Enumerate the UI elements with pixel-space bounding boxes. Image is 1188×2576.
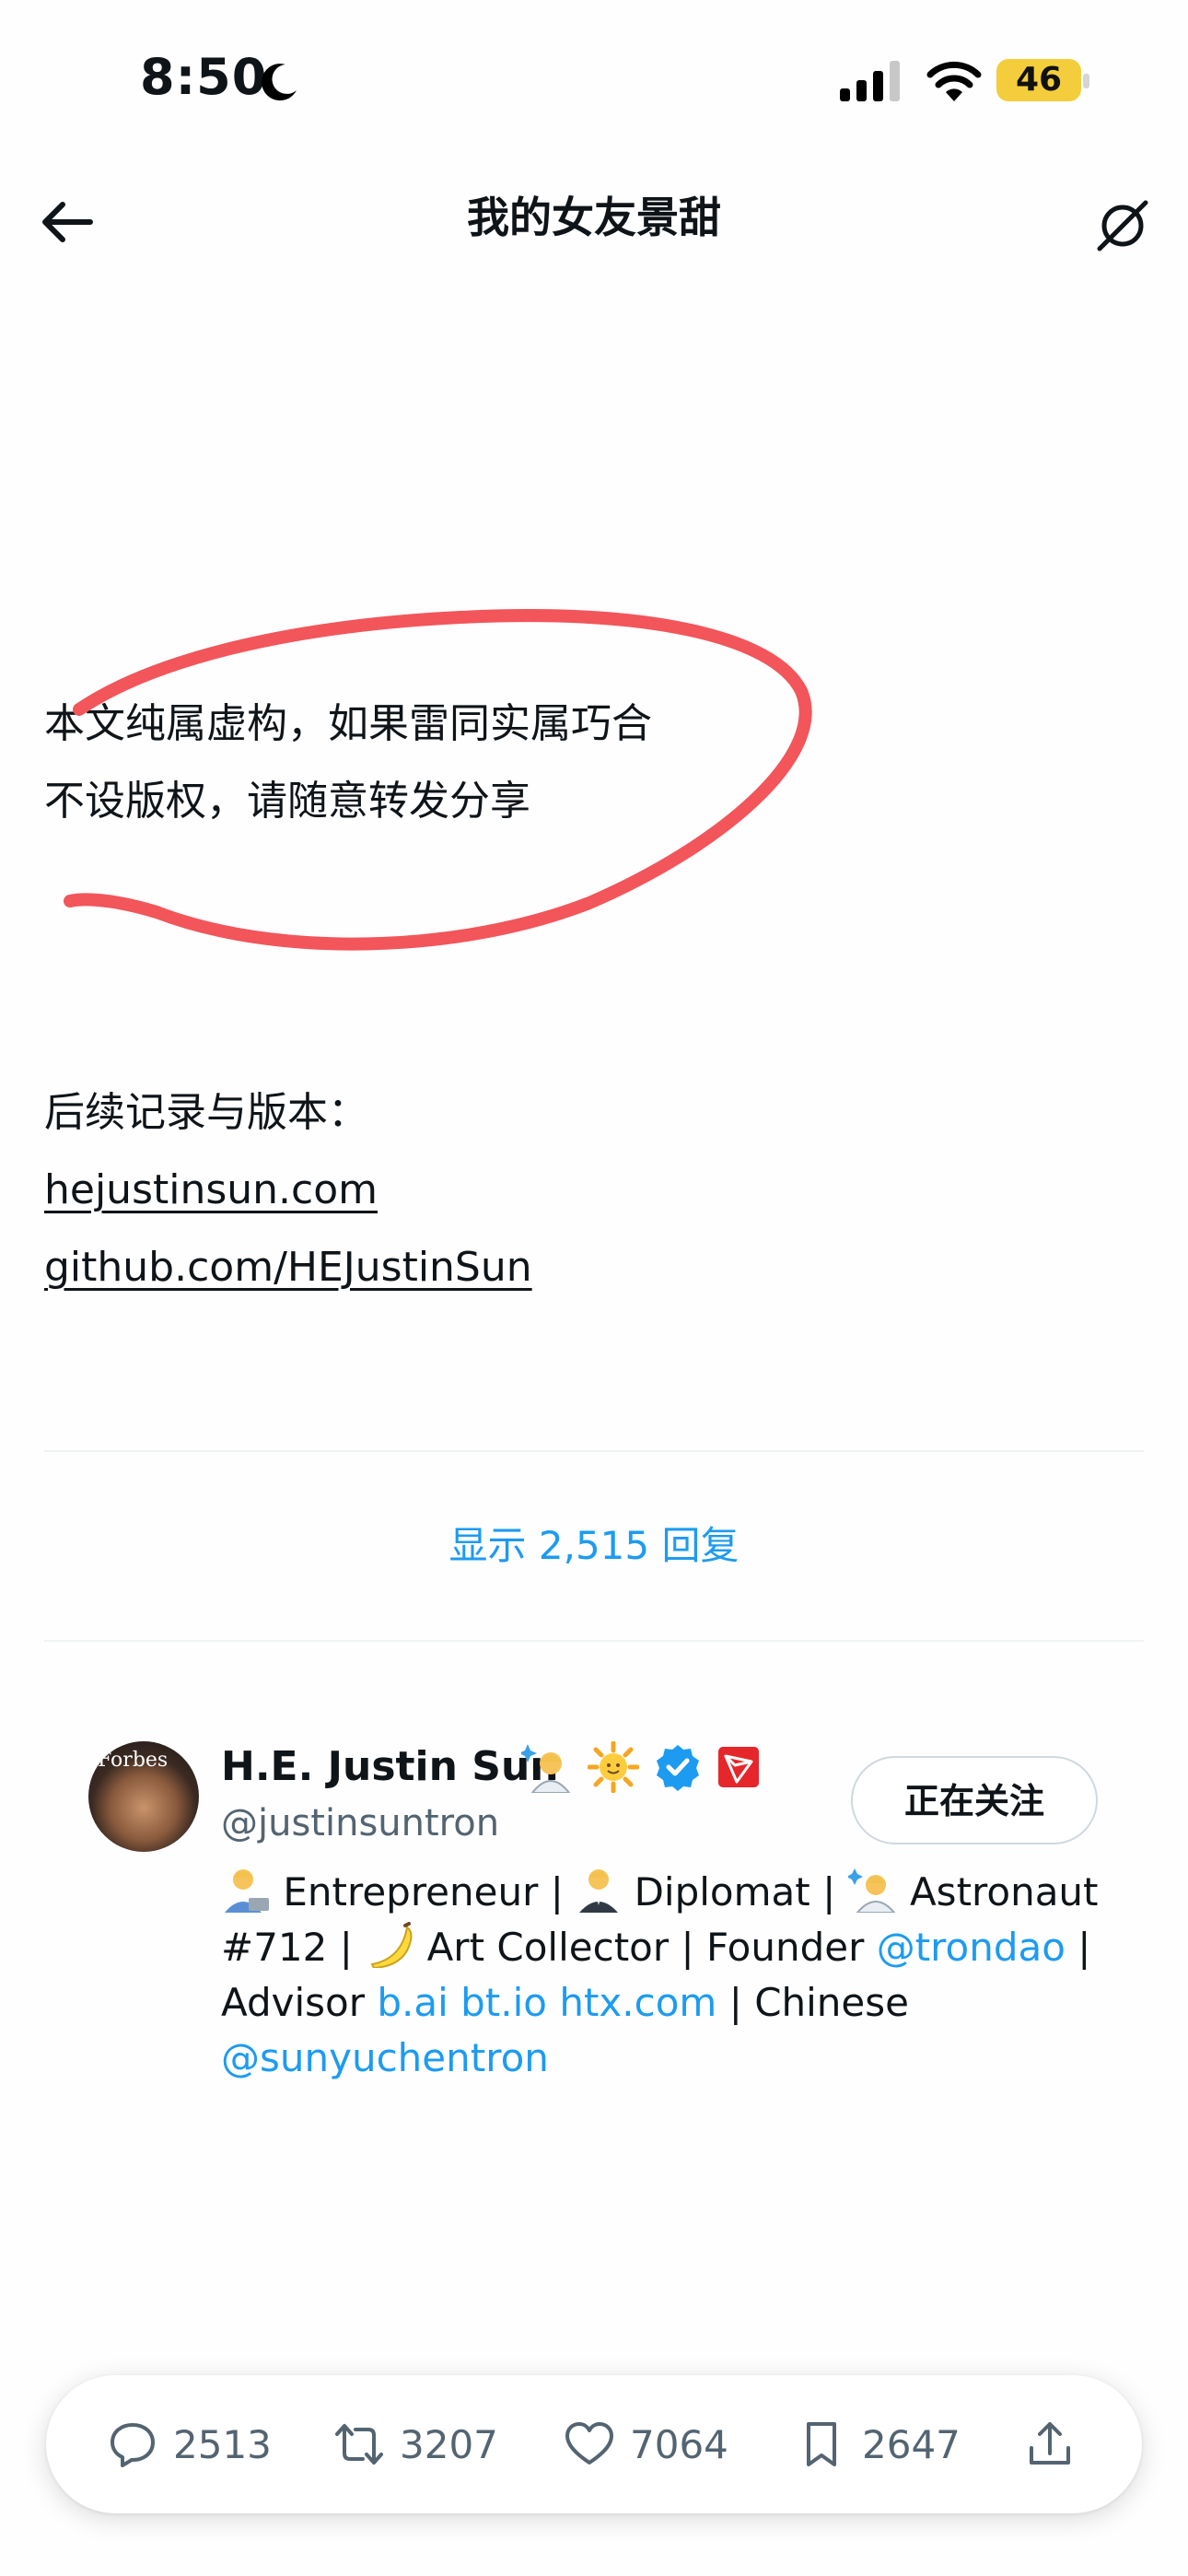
sunyuchentron-mention-link[interactable]: @sunyuchentron [221,2035,549,2080]
website-link[interactable]: hejustinsun.com [44,1163,378,1218]
divider [44,1640,1144,1642]
office-worker-emoji-icon [579,1869,619,1913]
avatar-magazine-text: Forbes [98,1749,169,1772]
like-count: 7064 [630,2421,728,2467]
repost-count: 3207 [400,2421,498,2467]
trondao-mention-link[interactable]: @trondao [877,1925,1066,1970]
bio-text: Advisor [221,1980,378,2025]
github-link[interactable]: github.com/HEJustinSun [44,1240,532,1295]
repost-button[interactable]: 3207 [333,2414,498,2475]
tron-logo-icon [718,1747,759,1787]
share-button[interactable] [1024,2414,1076,2475]
bookmark-count: 2647 [862,2421,961,2467]
bio-links[interactable]: b.ai bt.io htx.com [377,1980,716,2025]
avatar[interactable]: Forbes [88,1741,199,1852]
heart-icon [565,2422,613,2465]
share-icon [1030,2422,1070,2465]
reply-icon [111,2423,155,2467]
repost-icon [335,2424,383,2465]
technologist-emoji-icon [225,1869,269,1913]
profile-name[interactable]: H.E. Justin Sun [221,1743,559,1790]
bio-line-3: Advisor b.ai bt.io htx.com | Chinese [221,1975,909,2031]
verified-badge-icon [657,1745,699,1791]
like-button[interactable]: 7064 [564,2414,728,2475]
wifi-icon [926,61,982,101]
back-arrow-icon[interactable] [41,199,94,245]
profile-badges [521,1738,761,1797]
bookmark-icon [807,2422,836,2466]
bookmark-button[interactable]: 2647 [796,2414,961,2475]
battery-cap [1083,74,1089,88]
bio-text: Art Collector | Founder [426,1925,877,1970]
divider [44,1450,1144,1452]
bio-line-4: @sunyuchentron [221,2031,549,2086]
bio-text: Diplomat | [634,1869,848,1914]
show-replies-button[interactable]: 显示 2,515 回复 [0,1515,1188,1571]
cellular-signal-icon [840,61,900,101]
status-time: 8:50 [140,48,268,106]
bio-text: Entrepreneur | [283,1869,577,1914]
battery-indicator: 46 [996,59,1081,101]
bio-text: | [1065,1925,1091,1970]
moon-icon [262,64,297,101]
astronaut-emoji-icon [845,1868,896,1914]
astronaut-emoji-icon [521,1744,571,1793]
profile-handle[interactable]: @justinsuntron [221,1802,499,1844]
sun-emoji-icon [588,1741,639,1793]
bio-text: Astronaut [909,1869,1099,1914]
article-line: 不设版权，请随意转发分享 [44,778,530,825]
red-circle-annotation [64,609,812,951]
article-line: 本文纯属虚构，如果雷同实属巧合 [44,700,652,747]
reply-button[interactable]: 2513 [107,2414,272,2475]
article-line: 后续记录与版本： [44,1089,368,1136]
bio-text: | Chinese [716,1980,909,2025]
bio-line-1: Entrepreneur | Diplomat | Astronaut [221,1865,1099,1920]
page-title: 我的女友景甜 [467,193,721,242]
following-button[interactable]: 正在关注 [851,1756,1098,1844]
grok-icon[interactable] [1094,197,1151,254]
reply-count: 2513 [173,2421,272,2467]
bio-text: #712 | [221,1925,366,1970]
bio-line-2: #712 | Art Collector | Founder @trondao … [221,1920,1090,1975]
banana-emoji-icon [370,1922,413,1970]
